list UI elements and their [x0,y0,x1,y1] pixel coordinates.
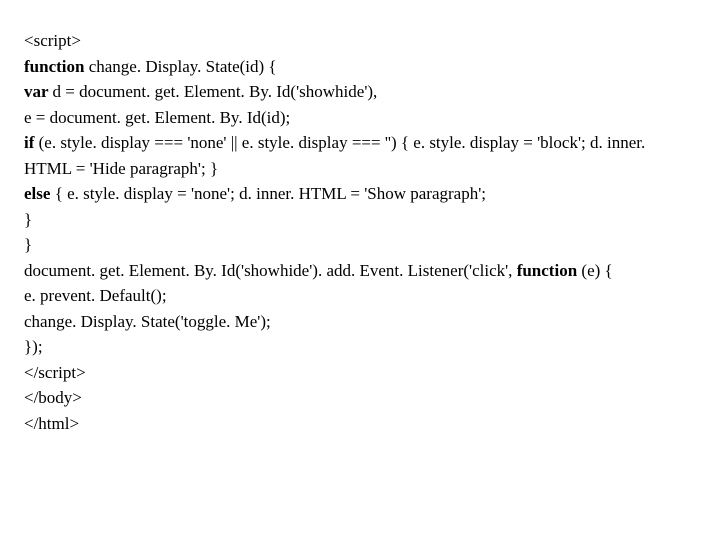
code-block: <script> function change. Display. State(… [24,28,696,436]
code-keyword: else [24,184,55,203]
code-text: </html> [24,414,79,433]
code-line: function change. Display. State(id) { [24,54,696,80]
code-line: } [24,232,696,258]
code-text: } [24,235,32,254]
code-line: var d = document. get. Element. By. Id('… [24,79,696,105]
code-text: }); [24,337,43,356]
code-line: if (e. style. display === 'none' || e. s… [24,130,696,181]
code-text: e = document. get. Element. By. Id(id); [24,108,290,127]
code-text: change. Display. State('toggle. Me'); [24,312,271,331]
code-line: else { e. style. display = 'none'; d. in… [24,181,696,207]
code-page: <script> function change. Display. State(… [0,0,720,464]
code-text: } [24,210,32,229]
code-line: }); [24,334,696,360]
code-line: </html> [24,411,696,437]
code-text: (e) { [581,261,612,280]
code-text: { e. style. display = 'none'; d. inner. … [55,184,486,203]
code-line: e. prevent. Default(); [24,283,696,309]
code-line: </script> [24,360,696,386]
code-text: <script> [24,31,81,50]
code-keyword: function [24,57,89,76]
code-text: e. prevent. Default(); [24,286,167,305]
code-keyword: var [24,82,53,101]
code-text: document. get. Element. By. Id('showhide… [24,261,517,280]
code-text: </body> [24,388,82,407]
code-text: (e. style. display === 'none' || e. styl… [24,133,645,178]
code-keyword: function [517,261,582,280]
code-line: <script> [24,28,696,54]
code-text: d = document. get. Element. By. Id('show… [53,82,378,101]
code-line: e = document. get. Element. By. Id(id); [24,105,696,131]
code-line: document. get. Element. By. Id('showhide… [24,258,696,284]
code-line: change. Display. State('toggle. Me'); [24,309,696,335]
code-keyword: if [24,133,39,152]
code-text: change. Display. State(id) { [89,57,277,76]
code-line: } [24,207,696,233]
code-line: </body> [24,385,696,411]
code-text: </script> [24,363,86,382]
